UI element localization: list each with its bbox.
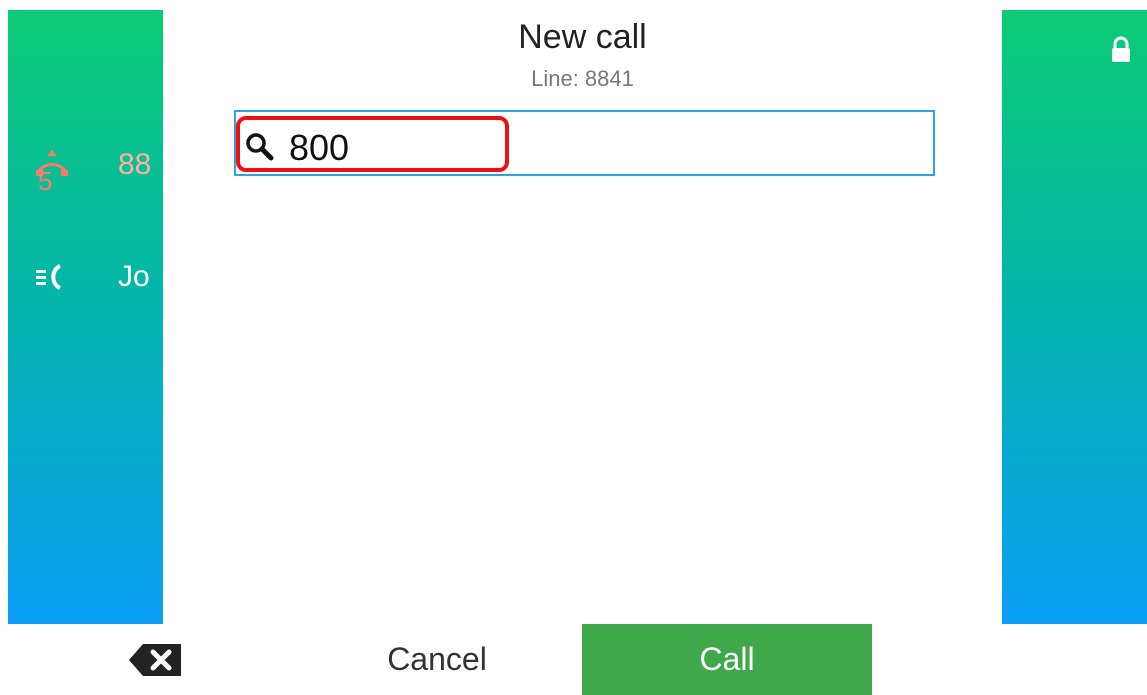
dialog-title: New call — [518, 18, 647, 56]
search-icon — [245, 132, 275, 167]
softkey-bar: Cancel Call — [0, 624, 1147, 695]
cancel-button[interactable]: Cancel — [293, 624, 581, 695]
new-call-dialog: New call Line: 8841 800 — [163, 0, 1002, 624]
backspace-button[interactable] — [125, 640, 185, 680]
call-button[interactable]: Call — [582, 624, 872, 695]
highlight-annotation — [236, 116, 509, 172]
backspace-icon — [125, 644, 185, 684]
background-left-panel: 5 88 Jo — [8, 10, 163, 624]
dialed-number: 800 — [289, 127, 350, 168]
lock-icon — [1110, 36, 1132, 69]
recent-call-number: 88 — [118, 148, 152, 181]
call-list-icon — [34, 262, 68, 297]
contact-name: Jo — [118, 260, 150, 293]
background-right-panel — [1002, 10, 1147, 624]
missed-call-count: 5 — [38, 166, 53, 196]
line-label: Line: 8841 — [531, 66, 634, 91]
